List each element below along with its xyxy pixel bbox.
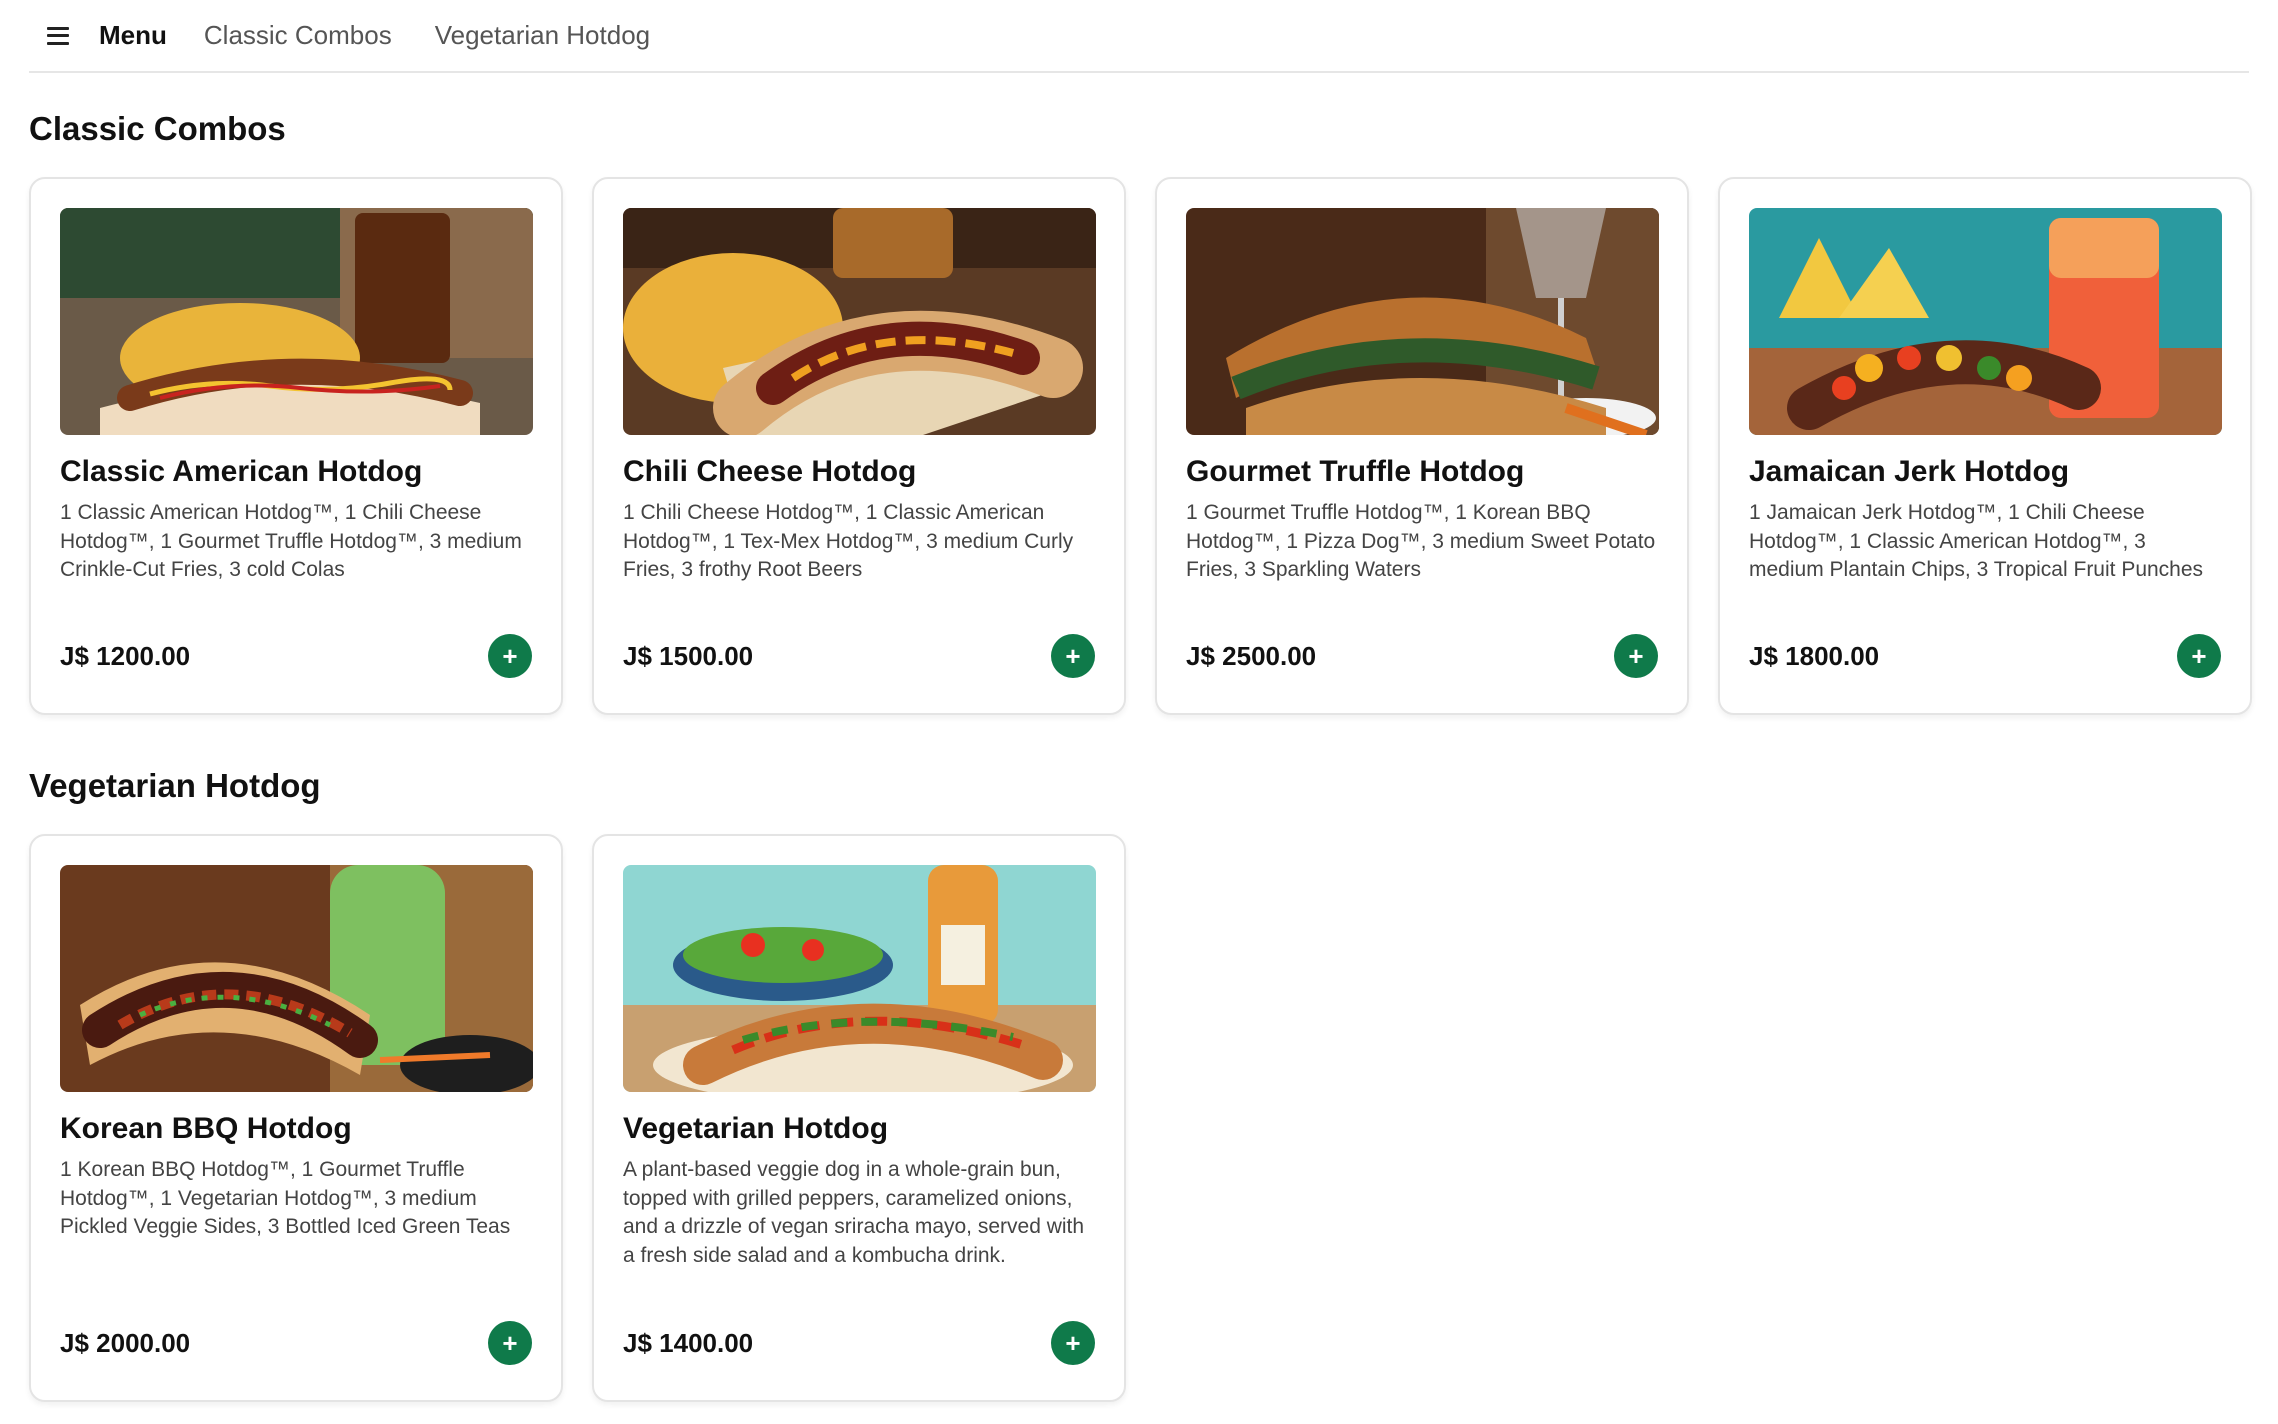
nav-title: Menu [99, 20, 167, 50]
product-name: Jamaican Jerk Hotdog [1749, 455, 2070, 488]
product-name: Gourmet Truffle Hotdog [1186, 455, 1525, 488]
product-price: J$ 2500.00 [1186, 640, 1317, 671]
hamburger-icon[interactable] [47, 26, 69, 45]
product-name: Vegetarian Hotdog [623, 1112, 889, 1145]
product-image [60, 865, 533, 1092]
price-row: J$ 1200.00 + [60, 634, 532, 678]
product-card[interactable]: Gourmet Truffle Hotdog 1 Gourmet Truffle… [1155, 177, 1689, 715]
product-image [1186, 208, 1659, 435]
product-price: J$ 1800.00 [1749, 640, 1880, 671]
product-name: Classic American Hotdog [60, 455, 423, 488]
nav-link-classic-combos[interactable]: Classic Combos [204, 20, 392, 51]
section-title-classic-combos: Classic Combos [29, 110, 286, 147]
top-nav: Menu Classic Combos Vegetarian Hotdog [29, 0, 2249, 73]
add-to-cart-button[interactable]: + [488, 634, 532, 678]
product-price: J$ 1200.00 [60, 640, 191, 671]
product-card[interactable]: Vegetarian Hotdog A plant-based veggie d… [592, 834, 1126, 1402]
product-description: A plant-based veggie dog in a whole-grai… [623, 1158, 1085, 1267]
product-price: J$ 2000.00 [60, 1327, 191, 1358]
add-to-cart-button[interactable]: + [488, 1321, 532, 1365]
product-description: 1 Gourmet Truffle Hotdog™, 1 Korean BBQ … [1186, 501, 1656, 581]
add-to-cart-button[interactable]: + [2177, 634, 2221, 678]
product-description: 1 Jamaican Jerk Hotdog™, 1 Chili Cheese … [1749, 501, 2204, 581]
add-to-cart-button[interactable]: + [1051, 1321, 1095, 1365]
price-row: J$ 2500.00 + [1186, 634, 1658, 678]
product-price: J$ 1400.00 [623, 1327, 754, 1358]
product-name: Chili Cheese Hotdog [623, 455, 917, 488]
product-card[interactable]: Classic American Hotdog 1 Classic Americ… [29, 177, 563, 715]
product-description: 1 Chili Cheese Hotdog™, 1 Classic Americ… [623, 501, 1074, 581]
product-image [60, 208, 533, 435]
menu-page: Menu Classic Combos Vegetarian Hotdog Cl… [0, 0, 2278, 1424]
product-grid-classic-combos: Classic American Hotdog 1 Classic Americ… [29, 177, 2252, 715]
product-image [1749, 208, 2222, 435]
product-card[interactable]: Chili Cheese Hotdog 1 Chili Cheese Hotdo… [592, 177, 1126, 715]
price-row: J$ 1500.00 + [623, 634, 1095, 678]
product-card[interactable]: Korean BBQ Hotdog 1 Korean BBQ Hotdog™, … [29, 834, 563, 1402]
product-image [623, 208, 1096, 435]
product-description: 1 Korean BBQ Hotdog™, 1 Gourmet Truffle … [60, 1158, 511, 1238]
section-title-vegetarian-hotdog: Vegetarian Hotdog [29, 767, 321, 804]
product-price: J$ 1500.00 [623, 640, 754, 671]
price-row: J$ 1400.00 + [623, 1321, 1095, 1365]
nav-link-vegetarian-hotdog[interactable]: Vegetarian Hotdog [435, 20, 650, 51]
product-description: 1 Classic American Hotdog™, 1 Chili Chee… [60, 501, 522, 581]
product-grid-vegetarian-hotdog: Korean BBQ Hotdog 1 Korean BBQ Hotdog™, … [29, 834, 2249, 1402]
product-card[interactable]: Jamaican Jerk Hotdog 1 Jamaican Jerk Hot… [1718, 177, 2252, 715]
product-name: Korean BBQ Hotdog [60, 1112, 352, 1145]
price-row: J$ 2000.00 + [60, 1321, 532, 1365]
price-row: J$ 1800.00 + [1749, 634, 2221, 678]
product-image [623, 865, 1096, 1092]
add-to-cart-button[interactable]: + [1614, 634, 1658, 678]
add-to-cart-button[interactable]: + [1051, 634, 1095, 678]
